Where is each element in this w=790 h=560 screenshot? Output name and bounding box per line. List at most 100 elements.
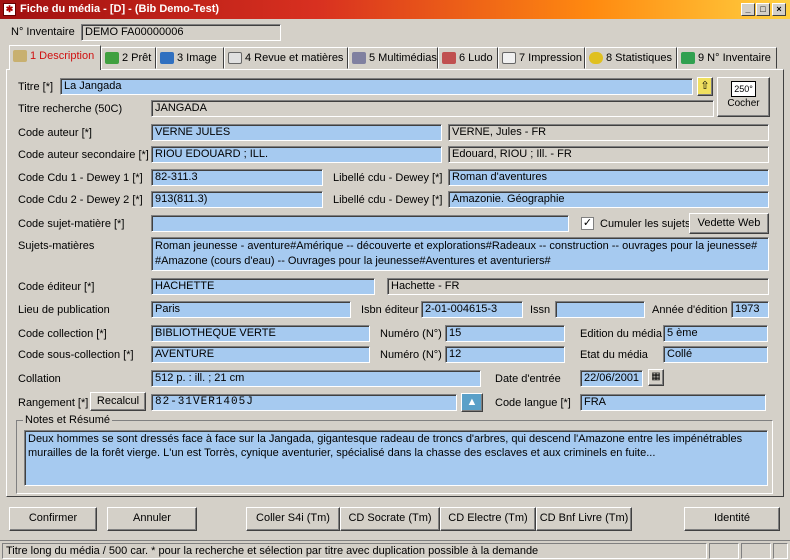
headphones-icon — [352, 52, 366, 65]
identite-button[interactable]: Identité — [684, 507, 780, 531]
up-arrow-icon[interactable]: ▲ — [461, 393, 483, 412]
rangement-field[interactable]: 82-31VER1405J — [151, 394, 457, 411]
date-entree-label: Date d'entrée — [495, 373, 561, 385]
titre-field[interactable]: La Jangada — [60, 78, 693, 95]
etat-field[interactable]: Collé — [663, 346, 768, 363]
lieu-label: Lieu de publication — [18, 304, 110, 316]
tab-statistiques[interactable]: 8 Statistiques — [585, 47, 677, 69]
image-icon — [160, 52, 174, 65]
code-auteur-label: Code auteur [*] — [18, 127, 92, 139]
sous-collection-field[interactable]: AVENTURE — [151, 346, 370, 363]
isbn-field[interactable]: 2-01-004615-3 — [421, 301, 523, 318]
numero1-label: Numéro (N°) — [380, 328, 442, 340]
size-grip[interactable] — [773, 543, 788, 559]
titre-label: Titre [*] — [18, 81, 54, 93]
code-auteur-field[interactable]: VERNE JULES — [151, 124, 442, 141]
status-cell-2 — [709, 543, 739, 559]
recalcul-button[interactable]: Recalcul — [90, 392, 146, 411]
lieu-field[interactable]: Paris — [151, 301, 351, 318]
tab-pret[interactable]: 2 Prêt — [101, 47, 156, 69]
titre-recherche-label: Titre recherche (50C) — [18, 103, 123, 115]
cdu1-field[interactable]: 82-311.3 — [151, 169, 323, 186]
confirmer-button[interactable]: Confirmer — [9, 507, 97, 531]
cdu2-libelle-field[interactable]: Amazonie. Géographie — [448, 191, 769, 208]
tag-icon: 250° — [731, 81, 756, 97]
book-icon — [13, 50, 27, 63]
date-entree-field[interactable]: 22/06/2001 — [580, 370, 643, 387]
inventory-field[interactable]: DEMO FA00000006 — [81, 24, 281, 41]
exchange-icon — [105, 52, 119, 65]
cocher-button[interactable]: 250° Cocher — [717, 77, 770, 117]
maximize-button[interactable]: □ — [756, 3, 770, 16]
issn-field[interactable] — [555, 301, 645, 318]
editeur-field[interactable]: HACHETTE — [151, 278, 375, 295]
gear-icon — [589, 52, 603, 65]
cd-electre-button[interactable]: CD Electre (Tm) — [440, 507, 536, 531]
window-title: Fiche du média - [D] - (Bib Demo-Test) — [20, 3, 220, 15]
tab-description[interactable]: 1 Description — [9, 45, 101, 70]
tab-multimedias[interactable]: 5 Multimédias — [348, 47, 438, 69]
status-cell-3 — [741, 543, 771, 559]
coller-button[interactable]: Coller S4i (Tm) — [246, 507, 340, 531]
numero2-field[interactable]: 12 — [445, 346, 565, 363]
edit-icon — [228, 52, 242, 65]
collation-label: Collation — [18, 373, 61, 385]
cumuler-checkbox[interactable]: ✓ — [581, 217, 594, 230]
sujet-matiere-label: Code sujet-matière [*] — [18, 218, 125, 230]
sujet-matiere-field[interactable] — [151, 215, 569, 232]
close-button[interactable]: × — [772, 3, 786, 16]
calendar-icon[interactable]: ▦ — [648, 369, 664, 386]
annuler-button[interactable]: Annuler — [107, 507, 197, 531]
langue-label: Code langue [*] — [495, 397, 571, 409]
collection-label: Code collection [*] — [18, 328, 107, 340]
notes-field[interactable]: Deux hommes se sont dressés face à face … — [24, 430, 768, 486]
envelope-icon — [502, 52, 516, 65]
editeur-label: Code éditeur [*] — [18, 281, 95, 293]
numero1-field[interactable]: 15 — [445, 325, 565, 342]
issn-label: Issn — [530, 304, 551, 316]
collection-field[interactable]: BIBLIOTHEQUE VERTE — [151, 325, 370, 342]
vedette-web-button[interactable]: Vedette Web — [689, 213, 769, 234]
etat-label: Etat du média — [580, 349, 648, 361]
titre-recherche-field[interactable]: JANGADA — [151, 100, 714, 117]
cdu1-label: Code Cdu 1 - Dewey 1 [*] — [18, 172, 143, 184]
up-arrow-button[interactable]: ⇧ — [697, 77, 713, 96]
sujets-label: Sujets-matières — [18, 240, 95, 252]
cumuler-label: Cumuler les sujets — [600, 218, 691, 230]
tab-ludo[interactable]: 6 Ludo — [438, 47, 498, 69]
sous-collection-label: Code sous-collection [*] — [18, 349, 134, 361]
rangement-label: Rangement [*] — [18, 397, 89, 409]
collation-field[interactable]: 512 p. : ill. ; 21 cm — [151, 370, 481, 387]
sujets-field[interactable]: Roman jeunesse - aventure#Amérique -- dé… — [151, 237, 769, 271]
edition-field[interactable]: 5 ème — [663, 325, 768, 342]
code-auteur-sec-field[interactable]: RIOU EDOUARD ; ILL. — [151, 146, 442, 163]
cocher-label: Cocher — [727, 98, 760, 109]
cdu2-libelle-label: Libellé cdu - Dewey [*] — [333, 194, 443, 206]
code-auteur-sec-libelle: Edouard, RIOU ; Ill. - FR — [448, 146, 769, 163]
tab-revue[interactable]: 4 Revue et matières — [224, 47, 348, 69]
editeur-libelle: Hachette - FR — [387, 278, 769, 295]
langue-field[interactable]: FRA — [580, 394, 766, 411]
tab-impression[interactable]: 7 Impression — [498, 47, 585, 69]
status-bar: Titre long du média / 500 car. * pour la… — [0, 540, 790, 560]
cdu1-libelle-field[interactable]: Roman d'aventures — [448, 169, 769, 186]
tab-inventaire[interactable]: 9 N° Inventaire — [677, 47, 777, 69]
cd-bnf-button[interactable]: CD Bnf Livre (Tm) — [536, 507, 632, 531]
status-text: Titre long du média / 500 car. * pour la… — [2, 543, 707, 559]
code-auteur-sec-label: Code auteur secondaire [*] — [18, 149, 149, 161]
cdu2-label: Code Cdu 2 - Dewey 2 [*] — [18, 194, 143, 206]
notes-label: Notes et Résumé — [23, 414, 112, 426]
isbn-label: Isbn éditeur — [361, 304, 419, 316]
toy-icon — [442, 52, 456, 65]
edition-label: Edition du média — [580, 328, 662, 340]
cdu1-libelle-label: Libellé cdu - Dewey [*] — [333, 172, 443, 184]
tab-image[interactable]: 3 Image — [156, 47, 224, 69]
cdu2-field[interactable]: 913(811.3) — [151, 191, 323, 208]
inventory-label: N° Inventaire — [11, 26, 75, 38]
cd-socrate-button[interactable]: CD Socrate (Tm) — [340, 507, 440, 531]
title-bar: ✱ Fiche du média - [D] - (Bib Demo-Test)… — [0, 0, 790, 19]
code-auteur-libelle: VERNE, Jules - FR — [448, 124, 769, 141]
numero2-label: Numéro (N°) — [380, 349, 442, 361]
annee-field[interactable]: 1973 — [731, 301, 769, 318]
minimize-button[interactable]: _ — [741, 3, 755, 16]
